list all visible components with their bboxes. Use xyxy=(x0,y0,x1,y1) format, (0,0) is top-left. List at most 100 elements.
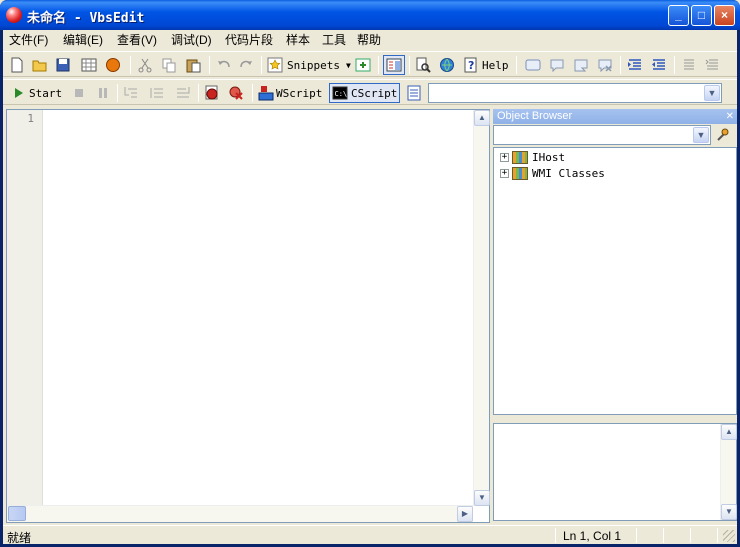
chevron-down-icon: ▼ xyxy=(345,60,351,70)
insert-snippet-button[interactable] xyxy=(355,55,371,75)
copy-icon xyxy=(162,58,176,73)
copy-button[interactable] xyxy=(161,55,177,75)
step-out-button[interactable] xyxy=(175,83,191,103)
expand-icon[interactable]: + xyxy=(500,152,509,162)
clear-breakpoints-button[interactable] xyxy=(228,83,244,103)
close-button[interactable]: × xyxy=(714,5,735,26)
horizontal-scrollbar[interactable]: ▶ xyxy=(7,505,473,522)
close-icon[interactable]: ✕ xyxy=(726,109,734,124)
menu-help[interactable]: 帮助 xyxy=(357,32,381,49)
chevron-down-icon[interactable]: ▼ xyxy=(704,85,720,101)
indent-button[interactable] xyxy=(627,55,643,75)
delete-comment-button[interactable] xyxy=(597,55,613,75)
toggle-breakpoint-button[interactable] xyxy=(204,83,220,103)
chevron-down-icon[interactable]: ▼ xyxy=(693,127,709,143)
status-separator xyxy=(717,528,718,543)
redo-icon xyxy=(240,60,252,68)
scroll-right-icon[interactable]: ▶ xyxy=(457,506,473,522)
grid-icon xyxy=(81,58,97,72)
new-comment-button[interactable] xyxy=(525,55,541,75)
cscript-button[interactable]: C:\ CScript xyxy=(329,83,401,103)
comment-next-icon xyxy=(574,59,588,72)
scroll-up-icon[interactable]: ▲ xyxy=(474,110,490,126)
menu-view[interactable]: 查看(V) xyxy=(117,32,157,49)
pause-button[interactable] xyxy=(95,83,111,103)
open-file-button[interactable] xyxy=(32,55,48,75)
resize-grip[interactable] xyxy=(723,530,735,542)
orange-ball-icon xyxy=(106,58,120,72)
save-all-button[interactable] xyxy=(81,55,97,75)
snippets-label: Snippets xyxy=(287,58,340,72)
prev-comment-button[interactable] xyxy=(549,55,565,75)
code-editor[interactable]: 1 ▲ ▼ ▶ xyxy=(6,109,490,523)
outdent-button[interactable] xyxy=(651,55,667,75)
step-over-button[interactable] xyxy=(149,83,165,103)
pause-icon xyxy=(99,88,107,98)
toolbar-separator xyxy=(516,56,517,74)
refresh-globe-button[interactable] xyxy=(439,55,455,75)
snippets-button[interactable]: Snippets ▼ xyxy=(267,55,351,75)
menu-bar: 文件(F) 编辑(E) 查看(V) 调试(D) 代码片段 样本 工具 帮助 xyxy=(3,30,737,50)
step-over-icon xyxy=(150,88,163,98)
toolbar-separator xyxy=(261,56,262,74)
svg-text:C:\: C:\ xyxy=(335,90,348,98)
library-icon xyxy=(512,150,528,164)
maximize-button[interactable]: □ xyxy=(691,5,712,26)
status-bar: 就绪 Ln 1, Col 1 xyxy=(3,525,737,545)
script-list-button[interactable] xyxy=(406,83,422,103)
tree-item-wmi-classes[interactable]: + WMI Classes xyxy=(500,165,605,181)
toolbar-separator xyxy=(378,56,379,74)
scroll-up-icon[interactable]: ▲ xyxy=(721,424,737,440)
window-title: 未命名 - VbsEdit xyxy=(27,11,145,26)
menu-tools[interactable]: 工具 xyxy=(322,32,346,49)
uncomment-block-button[interactable] xyxy=(704,55,720,75)
tree-item-ihost[interactable]: + IHost xyxy=(500,149,565,165)
menu-edit[interactable]: 编辑(E) xyxy=(63,32,103,49)
status-text: 就绪 xyxy=(7,531,32,545)
toolbar-separator xyxy=(620,56,621,74)
script-combo[interactable]: ▼ xyxy=(428,83,722,103)
toolbar-separator xyxy=(674,56,675,74)
paste-button[interactable] xyxy=(185,55,201,75)
start-label: Start xyxy=(29,86,63,100)
vbsedit-app-icon[interactable] xyxy=(6,7,22,23)
main-toolbar: Snippets ▼ ? Help xyxy=(3,51,737,77)
wscript-button[interactable]: WScript xyxy=(258,83,322,103)
menu-snippets[interactable]: 代码片段 xyxy=(225,32,273,49)
object-browser-settings-button[interactable] xyxy=(715,127,731,146)
start-button[interactable]: Start xyxy=(11,83,62,103)
scroll-down-icon[interactable]: ▼ xyxy=(721,504,737,520)
title-bar[interactable]: 未命名 - VbsEdit _ □ × xyxy=(0,0,740,30)
expand-icon[interactable]: + xyxy=(500,168,509,178)
breakpoint-icon xyxy=(205,85,218,100)
scroll-thumb[interactable] xyxy=(8,506,26,521)
save-button[interactable] xyxy=(55,55,71,75)
find-button[interactable] xyxy=(415,55,431,75)
description-scrollbar[interactable]: ▲ ▼ xyxy=(720,424,737,520)
redo-button[interactable] xyxy=(238,55,254,75)
step-out-icon xyxy=(177,87,190,98)
vertical-scrollbar[interactable]: ▲ ▼ xyxy=(473,110,490,506)
minimize-icon: _ xyxy=(675,8,682,22)
toolbar-separator xyxy=(252,84,253,102)
comment-block-button[interactable] xyxy=(681,55,697,75)
object-browser-combo[interactable]: ▼ xyxy=(493,125,711,145)
step-into-button[interactable] xyxy=(123,83,139,103)
scroll-down-icon[interactable]: ▼ xyxy=(474,490,490,506)
menu-samples[interactable]: 样本 xyxy=(286,32,310,49)
help-button[interactable]: ? Help xyxy=(463,55,509,75)
uncomment-lines-icon xyxy=(705,59,718,70)
line-number: 1 xyxy=(27,112,34,125)
next-comment-button[interactable] xyxy=(573,55,589,75)
stop-button[interactable] xyxy=(71,83,87,103)
cut-button[interactable] xyxy=(137,55,153,75)
run-record-button[interactable] xyxy=(105,55,121,75)
new-file-button[interactable] xyxy=(9,55,25,75)
toggle-panel-button[interactable] xyxy=(383,55,405,75)
outdent-icon xyxy=(652,59,665,70)
undo-button[interactable] xyxy=(216,55,232,75)
menu-debug[interactable]: 调试(D) xyxy=(171,32,212,49)
minimize-button[interactable]: _ xyxy=(668,5,689,26)
panel-icon xyxy=(386,58,402,72)
menu-file[interactable]: 文件(F) xyxy=(9,32,48,49)
